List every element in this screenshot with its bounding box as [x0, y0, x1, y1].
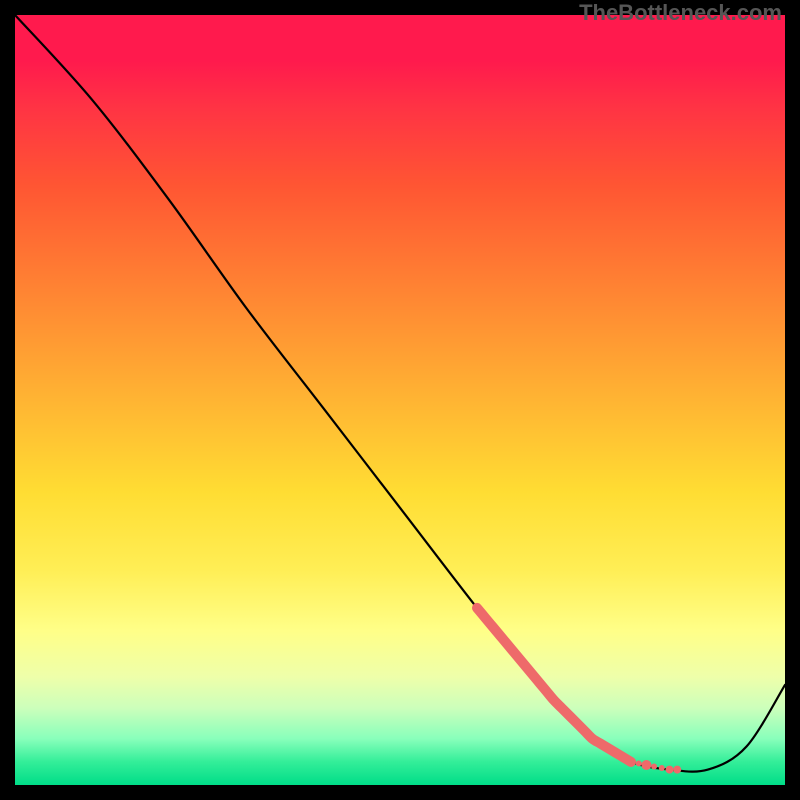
bottleneck-curve	[15, 15, 785, 772]
highlight-dot	[636, 760, 642, 766]
outer-frame: TheBottleneck.com	[0, 0, 800, 800]
highlight-dot	[673, 766, 681, 774]
curve-layer	[15, 15, 785, 785]
highlight-dot	[612, 749, 620, 757]
highlight-segment	[477, 608, 631, 762]
plot-area	[15, 15, 785, 785]
highlight-dot	[651, 764, 657, 770]
highlight-dot	[666, 766, 674, 774]
highlight-dot	[641, 760, 651, 770]
highlight-dot	[659, 765, 665, 771]
watermark-text: TheBottleneck.com	[579, 0, 782, 26]
